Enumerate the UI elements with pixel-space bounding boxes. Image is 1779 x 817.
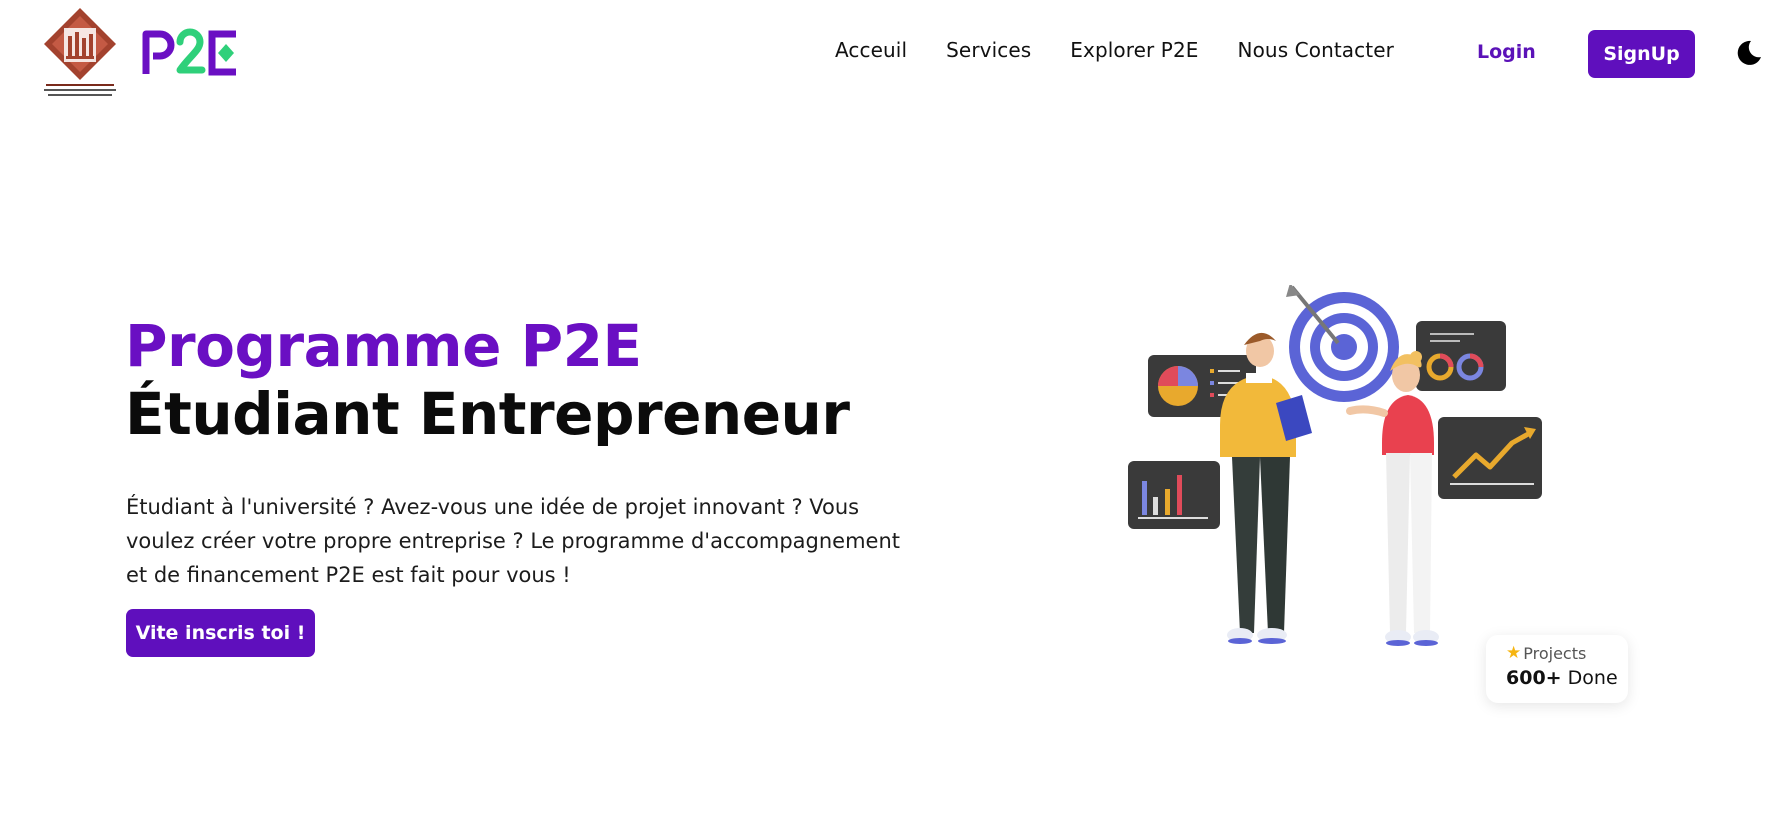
hero-title-line1: Programme P2E — [125, 312, 642, 380]
nav-link-nous-contacter[interactable]: Nous Contacter — [1238, 38, 1394, 62]
hero-illustration — [1128, 285, 1542, 646]
bar-chart-panel — [1128, 461, 1220, 529]
target-icon — [1286, 285, 1399, 402]
projects-badge: ★ Projects 600+ Done — [1486, 635, 1628, 703]
signup-cta-button[interactable]: Vite inscris toi ! — [126, 609, 315, 657]
badge-label: Projects — [1523, 643, 1587, 663]
university-logo[interactable] — [40, 6, 120, 102]
nav-link-services[interactable]: Services — [946, 38, 1031, 62]
p2e-logo[interactable] — [142, 28, 240, 78]
badge-value: 600+ Done — [1506, 667, 1618, 689]
nav-link-explorer-p2e[interactable]: Explorer P2E — [1070, 38, 1198, 62]
badge-count: 600+ — [1506, 667, 1562, 689]
growth-chart-panel — [1438, 417, 1542, 499]
star-icon: ★ — [1506, 643, 1522, 663]
badge-suffix: Done — [1567, 667, 1618, 689]
nav-link-acceuil[interactable]: Acceuil — [835, 38, 907, 62]
donut-chart-panel — [1416, 321, 1506, 391]
moon-icon[interactable] — [1733, 38, 1763, 68]
main-nav: Acceuil Services Explorer P2E Nous Conta… — [835, 38, 1433, 62]
hero-description: Étudiant à l'université ? Avez-vous une … — [126, 495, 901, 587]
signup-button[interactable]: SignUp — [1588, 30, 1695, 78]
badge-header: ★ Projects — [1506, 643, 1586, 663]
site-header: Acceuil Services Explorer P2E Nous Conta… — [0, 0, 1779, 110]
login-link[interactable]: Login — [1477, 41, 1536, 63]
hero-title-line2: Étudiant Entrepreneur — [125, 380, 850, 448]
